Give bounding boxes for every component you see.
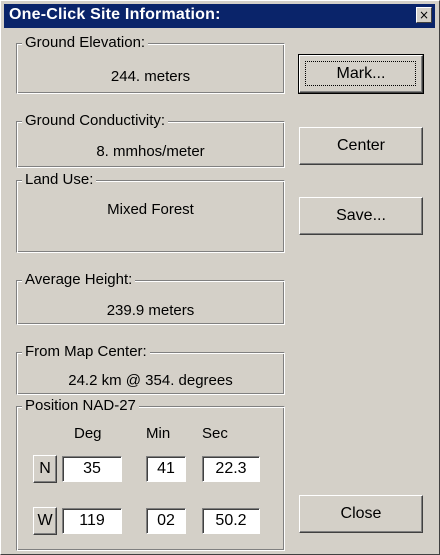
ground-conductivity-label: Ground Conductivity:	[22, 112, 169, 130]
average-height-value: 239.9 meters	[106, 302, 195, 319]
lat-min-field[interactable]: 41	[146, 456, 186, 482]
ground-conductivity-group: Ground Conductivity: 8. mmhos/meter	[16, 112, 285, 168]
close-button[interactable]: Close	[299, 495, 423, 533]
from-map-center-label: From Map Center:	[22, 343, 150, 361]
hemisphere-n-button[interactable]: N	[33, 455, 57, 483]
average-height-label: Average Height:	[22, 271, 136, 289]
ground-elevation-value: 244. meters	[110, 68, 191, 85]
window-title: One-Click Site Information:	[9, 6, 221, 23]
save-button-label: Save...	[336, 207, 386, 224]
min-header: Min	[146, 425, 171, 442]
average-height-group: Average Height: 239.9 meters	[16, 271, 285, 325]
ground-conductivity-value: 8. mmhos/meter	[96, 143, 205, 160]
ground-elevation-label: Ground Elevation:	[22, 34, 149, 52]
position-group: Position NAD-27 Deg Min Sec N 35 41 22.3…	[16, 397, 285, 551]
mark-button-label: Mark...	[336, 65, 386, 82]
site-info-dialog: One-Click Site Information: × Ground Ele…	[0, 0, 440, 555]
mark-button[interactable]: Mark...	[298, 54, 424, 94]
center-button-label: Center	[336, 137, 386, 154]
lon-sec-field[interactable]: 50.2	[202, 508, 260, 534]
land-use-value: Mixed Forest	[107, 201, 194, 218]
lon-deg-field[interactable]: 119	[62, 508, 122, 534]
save-button[interactable]: Save...	[299, 197, 423, 235]
land-use-label: Land Use:	[22, 171, 97, 189]
hemisphere-w-button[interactable]: W	[33, 507, 57, 535]
deg-header: Deg	[74, 425, 102, 442]
ground-elevation-group: Ground Elevation: 244. meters	[16, 34, 285, 94]
center-button[interactable]: Center	[299, 127, 423, 165]
title-bar[interactable]: One-Click Site Information: ×	[4, 4, 435, 28]
lat-deg-field[interactable]: 35	[62, 456, 122, 482]
sec-header: Sec	[202, 425, 228, 442]
position-label: Position NAD-27	[22, 397, 139, 415]
close-button-label: Close	[340, 505, 382, 522]
close-icon[interactable]: ×	[416, 7, 432, 23]
lon-min-field[interactable]: 02	[146, 508, 186, 534]
land-use-group: Land Use: Mixed Forest	[16, 171, 285, 253]
lat-sec-field[interactable]: 22.3	[202, 456, 260, 482]
from-map-center-group: From Map Center: 24.2 km @ 354. degrees	[16, 343, 285, 395]
from-map-center-value: 24.2 km @ 354. degrees	[68, 372, 233, 389]
